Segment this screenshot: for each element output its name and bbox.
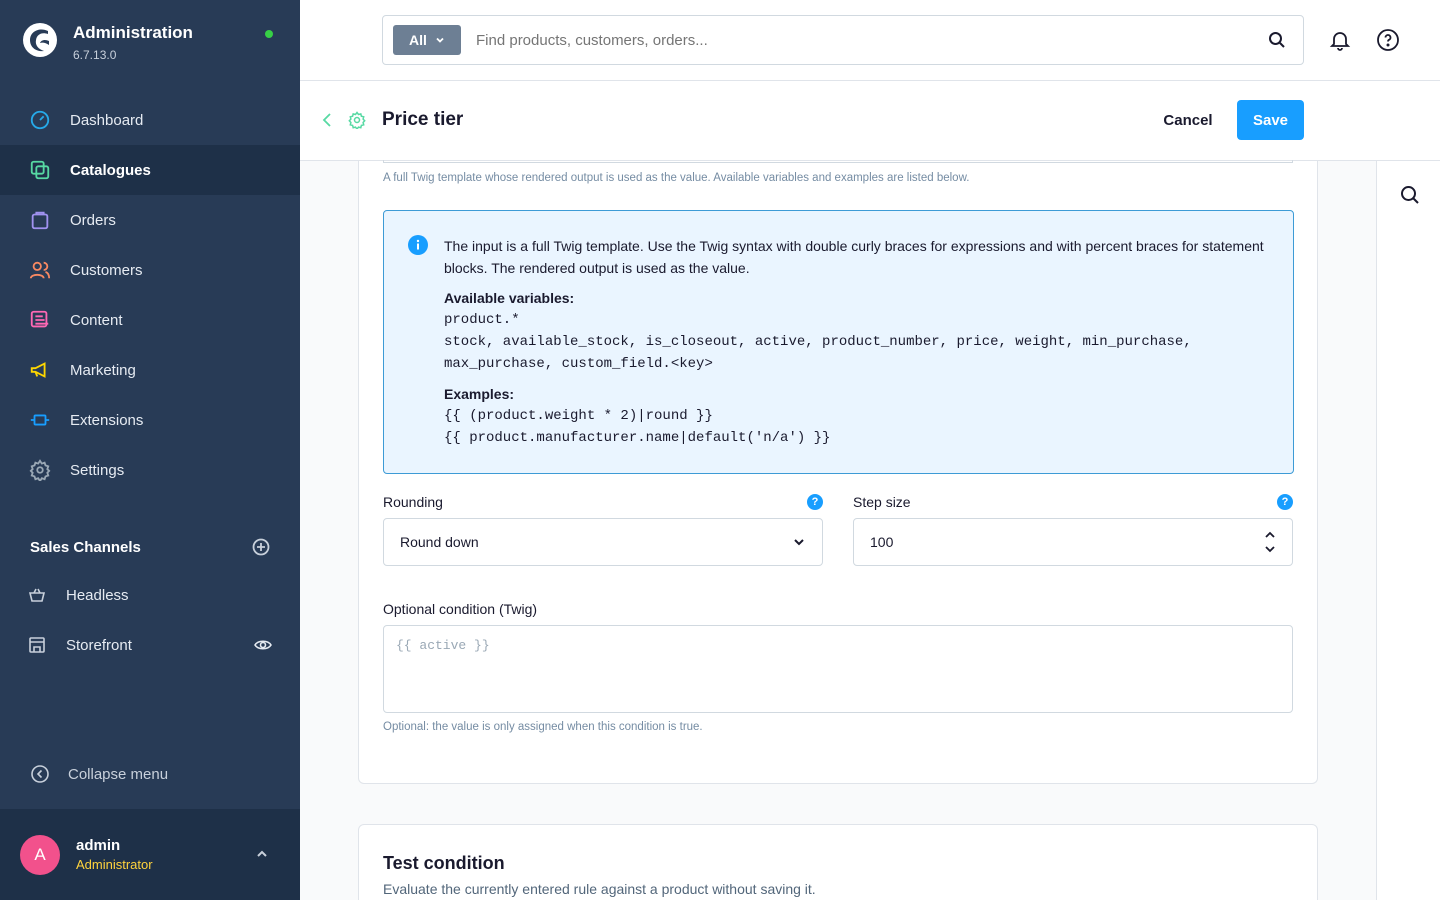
- collapse-menu[interactable]: Collapse menu: [30, 764, 168, 784]
- rounding-select[interactable]: Round down: [383, 518, 823, 566]
- sales-channels-header: Sales Channels: [30, 538, 270, 556]
- top-bar: All: [300, 0, 1440, 81]
- template-help-text: A full Twig template whose rendered outp…: [383, 172, 970, 184]
- back-arrow-icon[interactable]: [320, 111, 336, 129]
- step-size-value: 100: [870, 534, 894, 550]
- avatar: A: [20, 834, 60, 875]
- nav-item-marketing[interactable]: Marketing: [0, 345, 300, 395]
- search-scope-dropdown[interactable]: All: [393, 25, 461, 55]
- add-sales-channel-icon[interactable]: [252, 538, 270, 556]
- cancel-button[interactable]: Cancel: [1150, 100, 1226, 140]
- test-condition-title: Test condition: [383, 853, 505, 873]
- main-nav: Dashboard Catalogues Orders Customers Co…: [0, 95, 300, 495]
- variables-label: Available variables:: [444, 290, 575, 306]
- user-profile[interactable]: A admin Administrator: [0, 809, 300, 900]
- search-scope-label: All: [409, 32, 427, 48]
- bell-icon[interactable]: [1328, 28, 1352, 52]
- sales-channel-list: Headless Storefront: [0, 570, 300, 670]
- save-button[interactable]: Save: [1237, 100, 1304, 140]
- nav-label-catalogues: Catalogues: [70, 161, 151, 179]
- test-condition-card: Test condition Evaluate the currently en…: [358, 824, 1318, 900]
- chevron-down-icon: [436, 37, 444, 43]
- customers-icon: [29, 261, 51, 279]
- brand-version: 6.7.13.0: [73, 48, 117, 62]
- brand: Administration 6.7.13.0: [22, 22, 193, 62]
- collapse-icon: [31, 765, 49, 783]
- rounding-label: Rounding: [383, 494, 443, 510]
- step-size-label: Step size: [853, 494, 911, 510]
- brand-title: Administration: [73, 23, 193, 42]
- condition-textarea[interactable]: {{ active }}: [383, 625, 1293, 713]
- nav-label-customers: Customers: [70, 261, 143, 279]
- rounding-value: Round down: [400, 534, 479, 550]
- user-role: Administrator: [76, 857, 153, 872]
- info-text: The input is a full Twig template. Use t…: [444, 238, 1264, 276]
- examples-label: Examples:: [444, 386, 515, 402]
- sales-channel-label: Storefront: [66, 636, 132, 654]
- dashboard-icon: [30, 110, 50, 130]
- sidebar-right: [1376, 161, 1440, 900]
- help-icon[interactable]: [1376, 28, 1400, 52]
- twig-info-alert: The input is a full Twig template. Use t…: [383, 210, 1294, 474]
- nav-label-settings: Settings: [70, 461, 125, 479]
- info-icon: [408, 235, 428, 255]
- global-search: All: [382, 15, 1304, 65]
- nav-item-catalogues[interactable]: Catalogues: [0, 145, 300, 195]
- nav-label-marketing: Marketing: [70, 361, 136, 379]
- rounding-help-icon[interactable]: ?: [807, 494, 823, 510]
- shopware-logo-icon: [23, 23, 57, 57]
- storefront-icon: [29, 637, 45, 653]
- nav-label-extensions: Extensions: [70, 411, 144, 429]
- template-textarea[interactable]: [383, 160, 1293, 163]
- example-line: {{ product.manufacturer.name|default('n/…: [444, 430, 831, 446]
- condition-help-text: Optional: the value is only assigned whe…: [383, 721, 703, 733]
- collapse-menu-label: Collapse menu: [68, 765, 169, 783]
- sidebar: Administration 6.7.13.0 Dashboard Catalo…: [0, 0, 300, 900]
- nav-item-content[interactable]: Content: [0, 295, 300, 345]
- test-condition-subtitle: Evaluate the currently entered rule agai…: [383, 881, 816, 897]
- sales-channel-label: Headless: [66, 586, 129, 604]
- variables-line: product.*: [444, 312, 520, 328]
- price-tier-card: A full Twig template whose rendered outp…: [358, 160, 1318, 784]
- search-icon[interactable]: [1267, 30, 1287, 50]
- page-header: Price tier Cancel Save: [300, 81, 1440, 161]
- chevron-up-icon[interactable]: [255, 847, 269, 861]
- nav-label-orders: Orders: [70, 211, 116, 229]
- gear-icon: [348, 111, 366, 129]
- step-size-stepper[interactable]: 100: [853, 518, 1293, 566]
- orders-icon: [31, 211, 49, 230]
- marketing-icon: [30, 362, 46, 378]
- nav-item-dashboard[interactable]: Dashboard: [0, 95, 300, 145]
- search-icon[interactable]: [1399, 184, 1421, 206]
- sales-channel-storefront[interactable]: Storefront: [0, 620, 300, 670]
- basket-icon: [28, 588, 46, 602]
- page-title: Price tier: [382, 109, 464, 130]
- nav-item-settings[interactable]: Settings: [0, 445, 300, 495]
- chevron-up-icon[interactable]: [1264, 531, 1276, 539]
- settings-icon: [29, 459, 51, 481]
- nav-item-orders[interactable]: Orders: [0, 195, 300, 245]
- chevron-down-icon: [794, 539, 804, 546]
- nav-label-dashboard: Dashboard: [70, 111, 144, 129]
- content-icon: [30, 310, 49, 328]
- sales-channels-title: Sales Channels: [30, 538, 141, 556]
- nav-label-content: Content: [70, 311, 123, 329]
- step-size-help-icon[interactable]: ?: [1277, 494, 1293, 510]
- eye-icon[interactable]: [254, 636, 272, 654]
- user-name: admin: [76, 837, 121, 854]
- extensions-icon: [30, 414, 50, 426]
- nav-item-extensions[interactable]: Extensions: [0, 395, 300, 445]
- chevron-down-icon[interactable]: [1264, 545, 1276, 553]
- status-indicator: [265, 30, 273, 38]
- variables-line: max_purchase, custom_field.<key>: [444, 356, 713, 372]
- example-line: {{ (product.weight * 2)|round }}: [444, 408, 713, 424]
- catalogue-icon: [30, 160, 50, 180]
- condition-label: Optional condition (Twig): [383, 601, 538, 617]
- nav-item-customers[interactable]: Customers: [0, 245, 300, 295]
- search-input[interactable]: [476, 31, 1267, 49]
- variables-line: stock, available_stock, is_closeout, act…: [444, 334, 1192, 350]
- sales-channel-headless[interactable]: Headless: [0, 570, 300, 620]
